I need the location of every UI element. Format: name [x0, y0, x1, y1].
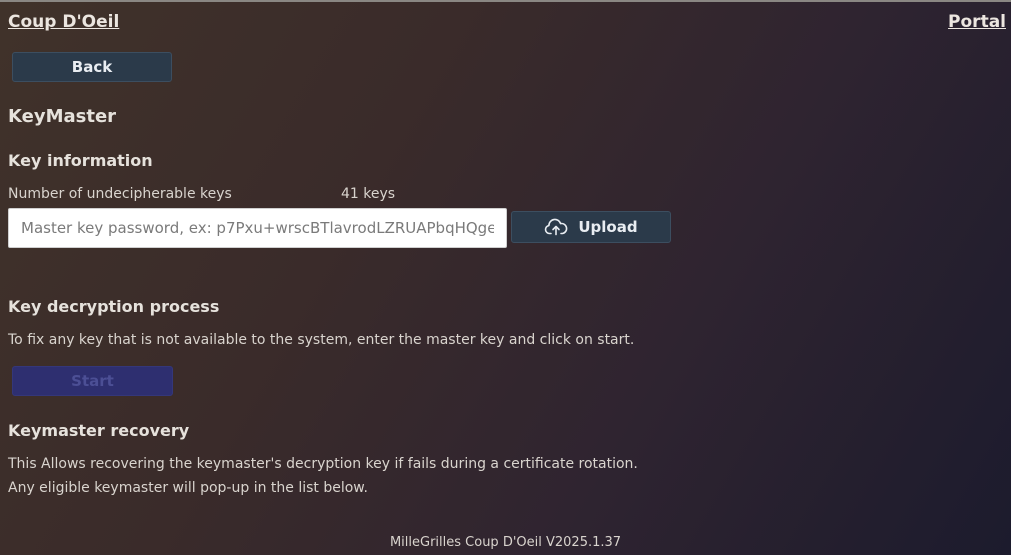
footer-version: MilleGrilles Coup D'Oeil V2025.1.37	[389, 535, 622, 550]
cloud-upload-icon	[544, 218, 568, 236]
portal-link[interactable]: Portal	[948, 12, 1006, 32]
key-decryption-description: To fix any key that is not available to …	[8, 332, 635, 348]
app-home-link[interactable]: Coup D'Oeil	[8, 12, 119, 32]
master-key-password-input[interactable]	[8, 208, 507, 248]
upload-button-label: Upload	[578, 218, 638, 236]
keymaster-recovery-heading: Keymaster recovery	[8, 421, 190, 440]
start-button[interactable]: Start	[12, 366, 173, 396]
page-title: KeyMaster	[8, 106, 117, 127]
key-information-heading: Key information	[8, 151, 153, 170]
upload-button[interactable]: Upload	[511, 211, 671, 243]
top-border	[0, 0, 1011, 2]
keymaster-recovery-line-2: Any eligible keymaster will pop-up in th…	[8, 480, 368, 496]
keymaster-recovery-line-1: This Allows recovering the keymaster's d…	[8, 456, 638, 472]
back-button[interactable]: Back	[12, 52, 172, 82]
undecipherable-keys-label: Number of undecipherable keys	[8, 186, 232, 202]
undecipherable-keys-value: 41 keys	[341, 186, 396, 202]
key-decryption-heading: Key decryption process	[8, 297, 220, 316]
